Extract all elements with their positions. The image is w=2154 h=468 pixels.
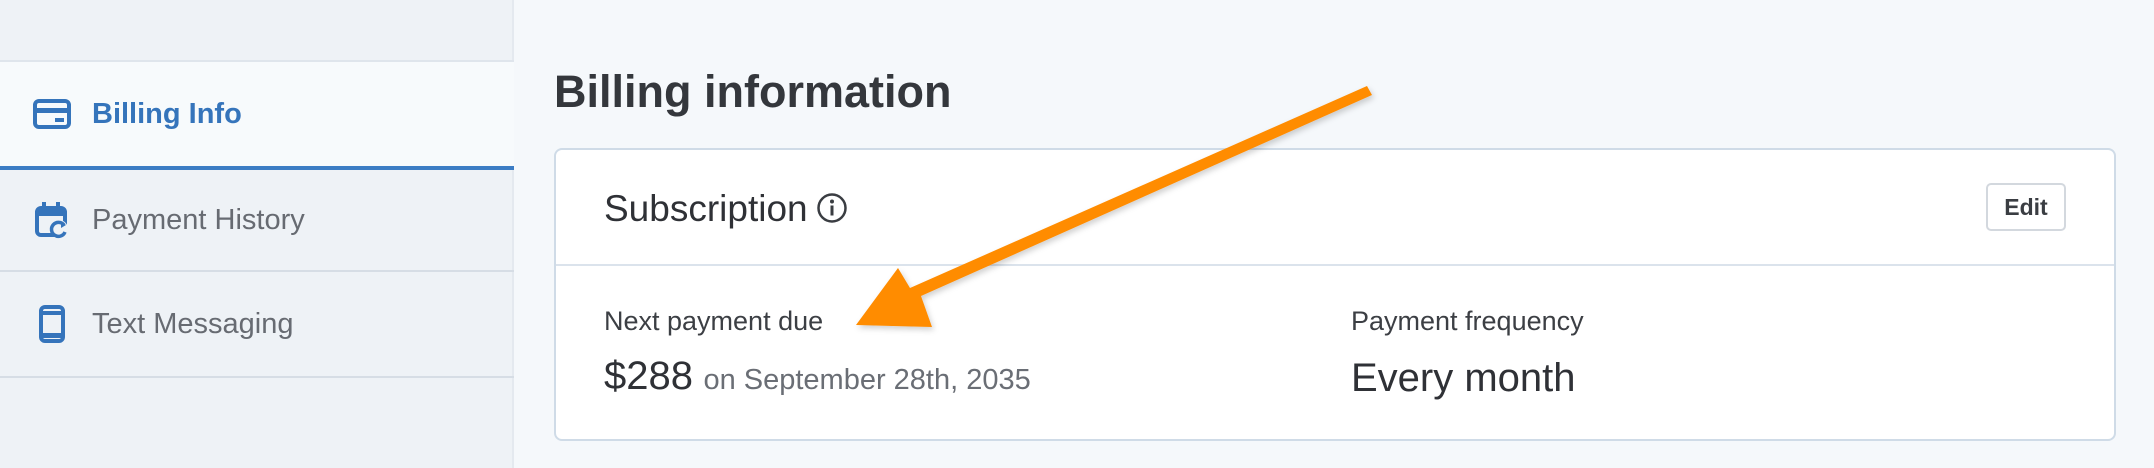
page-title: Billing information (554, 66, 952, 117)
card-header: Subscription Edit (556, 150, 2114, 266)
sidebar-item-label: Payment History (92, 203, 305, 236)
payment-frequency-label: Payment frequency (1351, 306, 1584, 336)
sidebar-item-label: Text Messaging (92, 307, 294, 340)
credit-card-icon (32, 94, 72, 134)
info-icon[interactable] (816, 192, 848, 224)
calendar-refresh-icon (32, 200, 72, 240)
phone-icon (32, 304, 72, 344)
sidebar-item-payment-history[interactable]: Payment History (0, 170, 514, 272)
edit-button[interactable]: Edit (1986, 183, 2066, 231)
payment-amount: $288 (604, 354, 693, 398)
payment-frequency-value: Every month (1351, 356, 1576, 400)
sidebar-item-label: Billing Info (92, 97, 242, 130)
subscription-card: Subscription Edit Next payment due $288 … (554, 148, 2116, 441)
sidebar-item-text-messaging[interactable]: Text Messaging (0, 272, 514, 378)
next-payment-label: Next payment due (604, 306, 824, 336)
card-title: Subscription (604, 188, 808, 229)
sidebar-item-billing-info[interactable]: Billing Info (0, 60, 514, 170)
sidebar: Billing Info Payment History Text Messag… (0, 0, 514, 468)
next-payment-value: $288 on September 28th, 2035 (604, 354, 1031, 399)
payment-due-date: on September 28th, 2035 (703, 364, 1031, 396)
